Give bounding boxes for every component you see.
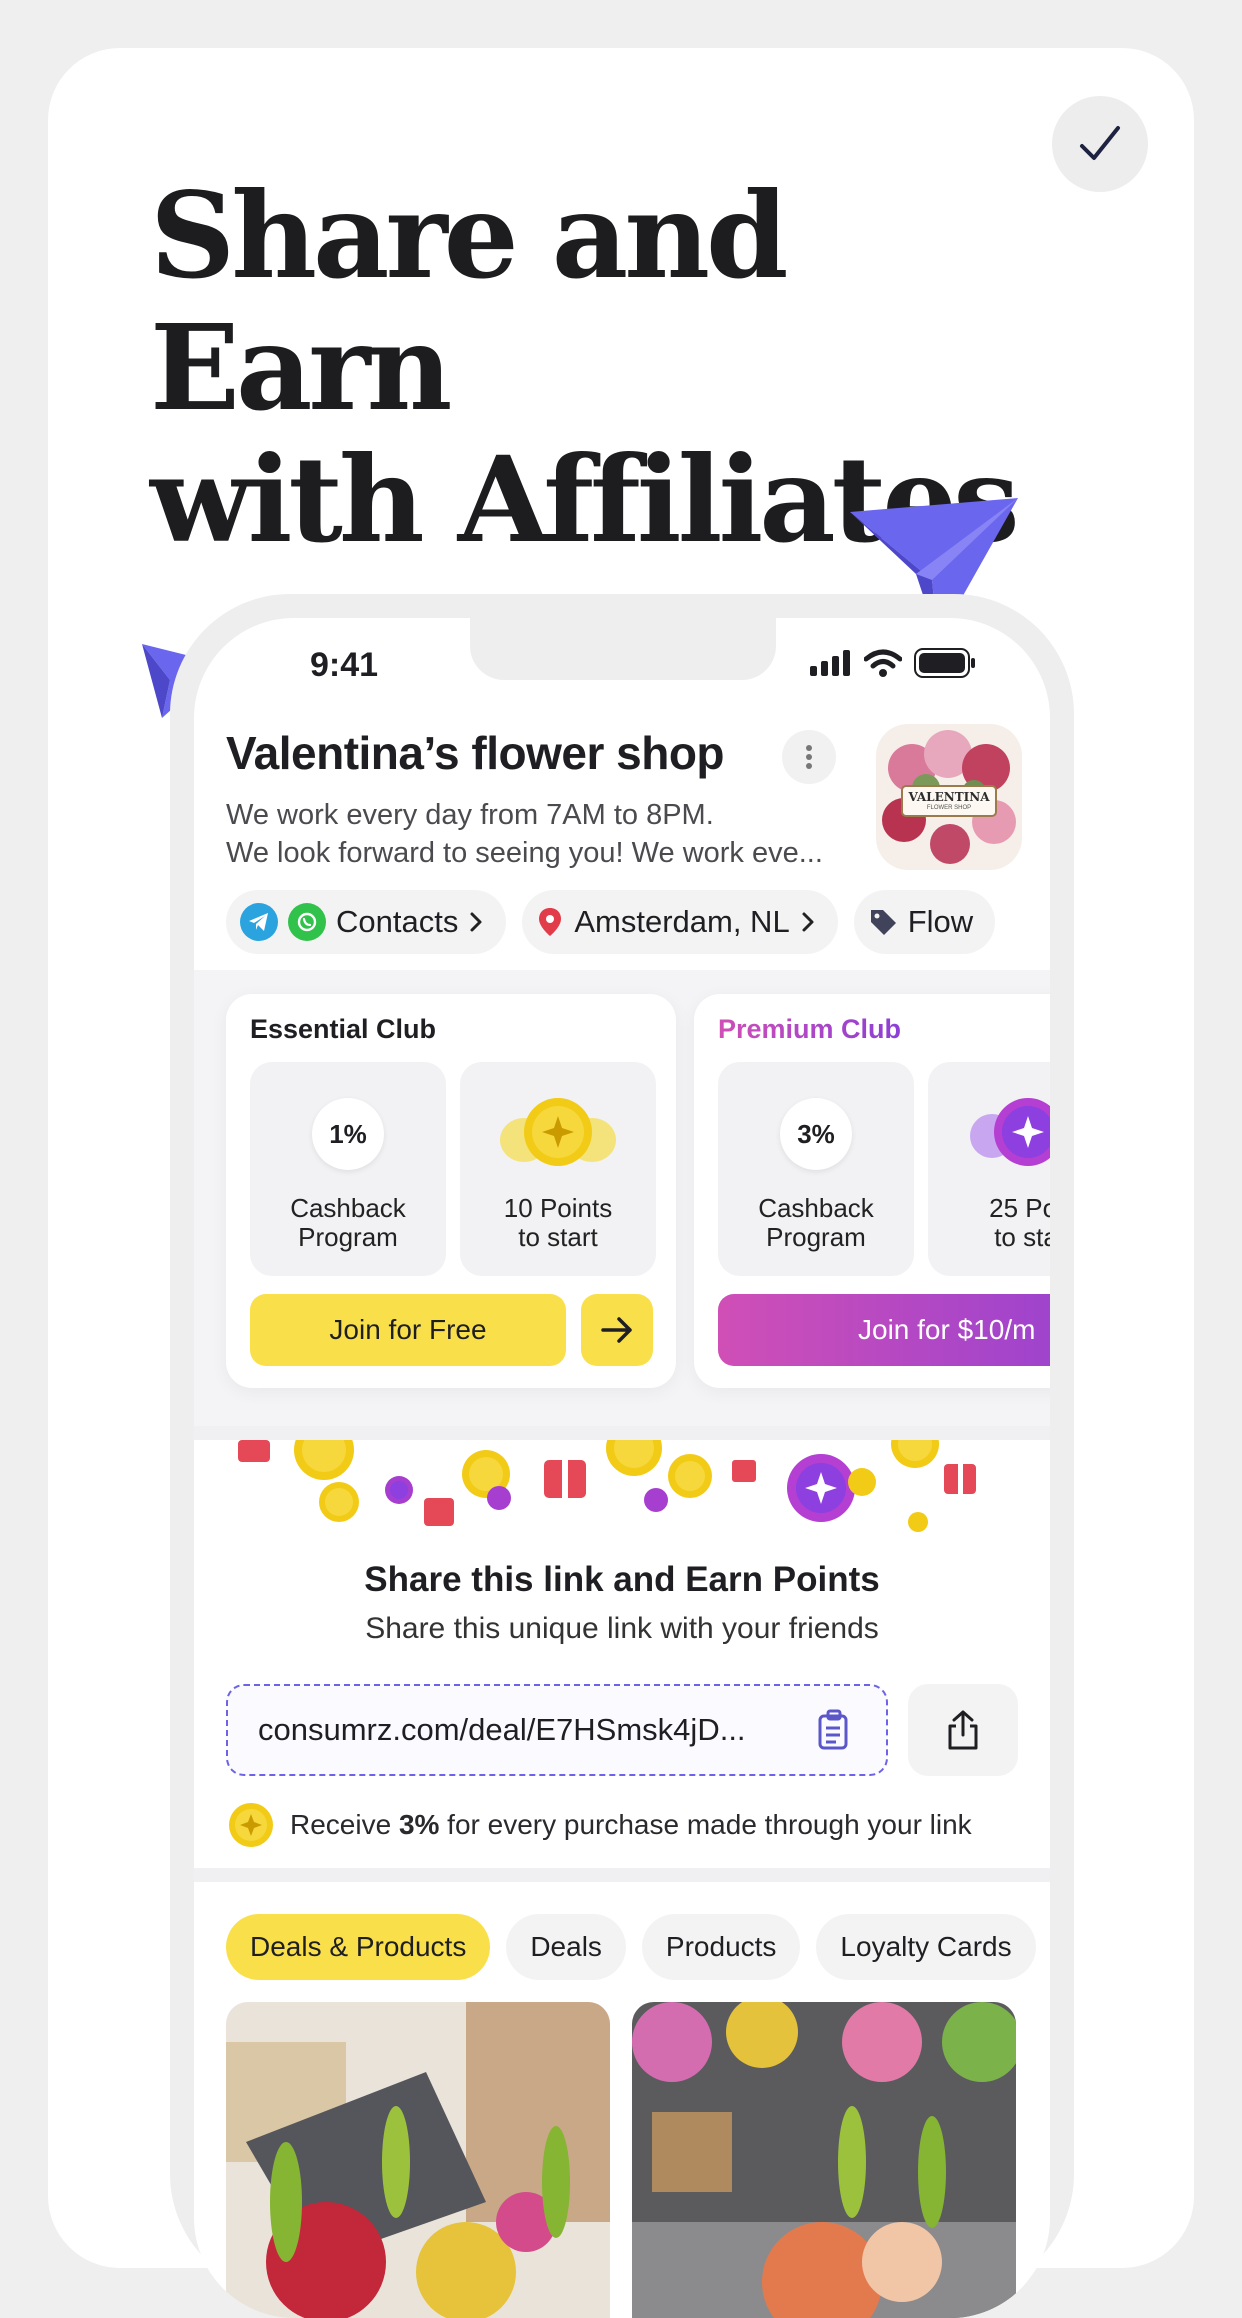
shop-description-line-2: We look forward to seeing you! We work e… bbox=[226, 837, 823, 869]
signal-icon bbox=[810, 650, 850, 676]
section-divider bbox=[194, 1868, 1050, 1882]
essential-cashback-feature: 1% Cashback Program bbox=[250, 1062, 446, 1276]
product-card-1[interactable] bbox=[226, 2002, 610, 2318]
content-tabs: Deals & Products Deals Products Loyalty … bbox=[226, 1914, 1036, 1980]
premium-club-card[interactable]: Premium Club 3% Cashback Program 25 Poi … bbox=[694, 994, 1050, 1388]
phone-notch bbox=[470, 618, 776, 680]
tab-deals[interactable]: Deals bbox=[506, 1914, 626, 1980]
points-label-line-2: to start bbox=[518, 1222, 598, 1252]
chevron-right-icon bbox=[470, 912, 482, 932]
essential-points-feature: 10 Points to start bbox=[460, 1062, 656, 1276]
cashback-badge: 1% bbox=[312, 1098, 384, 1170]
receive-prefix: Receive bbox=[290, 1809, 399, 1840]
tab-loyalty-cards[interactable]: Loyalty Cards bbox=[816, 1914, 1036, 1980]
title-line-1: Share and Earn bbox=[150, 166, 789, 437]
shop-name: Valentina’s flower shop bbox=[226, 727, 725, 779]
join-premium-button[interactable]: Join for $10/m bbox=[718, 1294, 1050, 1366]
points-label-line-2: to sta bbox=[994, 1222, 1050, 1252]
cashback-label: Cashback Program bbox=[250, 1194, 446, 1252]
phone-screen: 9:41 Valentina’s flower shop We work eve… bbox=[194, 618, 1050, 2318]
category-chip-label: Flow bbox=[907, 904, 974, 939]
status-icons bbox=[810, 648, 976, 678]
cashback-label-line-2: Program bbox=[298, 1222, 398, 1252]
points-label: 10 Points to start bbox=[460, 1194, 656, 1252]
logo-text: VALENTINA bbox=[908, 790, 990, 804]
done-button[interactable] bbox=[1052, 96, 1148, 192]
share-icon bbox=[948, 1710, 978, 1750]
join-for-free-button[interactable]: Join for Free bbox=[250, 1294, 566, 1366]
shop-description-line-1: We work every day from 7AM to 8PM. bbox=[226, 799, 714, 831]
cashback-badge: 3% bbox=[780, 1098, 852, 1170]
location-chip-label: Amsterdam, NL bbox=[574, 904, 790, 939]
tab-deals-and-products[interactable]: Deals & Products bbox=[226, 1914, 491, 1980]
contacts-chip[interactable]: Contacts bbox=[226, 890, 507, 954]
cashback-label-line-1: Cashback bbox=[290, 1193, 406, 1223]
referral-link-text: consumrz.com/deal/E7HSmsk4jD... bbox=[258, 1712, 746, 1747]
section-divider bbox=[194, 1426, 1050, 1440]
premium-club-title: Premium Club bbox=[718, 1014, 902, 1044]
contacts-chip-label: Contacts bbox=[336, 904, 459, 939]
cashback-label: Cashback Program bbox=[718, 1194, 914, 1252]
cashback-label-line-1: Cashback bbox=[758, 1193, 874, 1223]
share-subtitle: Share this unique link with your friends bbox=[365, 1612, 879, 1645]
essential-arrow-button[interactable] bbox=[581, 1294, 653, 1366]
receive-text: Receive 3% for every purchase made throu… bbox=[290, 1809, 972, 1841]
telegram-icon bbox=[240, 903, 278, 941]
chevron-right-icon bbox=[802, 912, 814, 932]
shop-description: We work every day from 7AM to 8PM. We lo… bbox=[226, 796, 866, 872]
share-button[interactable] bbox=[908, 1684, 1018, 1776]
points-label-line-1: 25 Poi bbox=[989, 1193, 1050, 1223]
essential-club-title: Essential Club bbox=[250, 1014, 437, 1044]
gold-coins-icon bbox=[500, 1098, 616, 1166]
checkmark-icon bbox=[1080, 126, 1120, 160]
bouquet-photo-2 bbox=[632, 2002, 1016, 2318]
premium-points-feature: 25 Poi to sta bbox=[928, 1062, 1050, 1276]
gold-coin-icon bbox=[229, 1803, 273, 1847]
more-options-button[interactable] bbox=[782, 730, 836, 784]
points-label-line-1: 10 Points bbox=[503, 1193, 613, 1223]
tab-products[interactable]: Products bbox=[641, 1914, 801, 1980]
referral-link-field[interactable]: consumrz.com/deal/E7HSmsk4jD... bbox=[226, 1684, 888, 1776]
premium-cashback-feature: 3% Cashback Program bbox=[718, 1062, 914, 1276]
logo-subtext: FLOWER SHOP bbox=[926, 805, 972, 811]
bouquet-photo-1 bbox=[226, 2002, 610, 2318]
battery-icon bbox=[914, 648, 975, 678]
info-chips: Contacts Amsterdam, NL Flow bbox=[226, 890, 996, 954]
more-vertical-icon bbox=[806, 745, 812, 769]
coins-confetti-decoration bbox=[238, 1440, 976, 1532]
receive-percent: 3% bbox=[398, 1809, 440, 1840]
copy-clipboard-icon[interactable] bbox=[816, 1708, 856, 1752]
cashback-label-line-2: Program bbox=[766, 1222, 866, 1252]
wifi-icon bbox=[864, 649, 902, 677]
product-card-2[interactable] bbox=[632, 2002, 1016, 2318]
category-chip[interactable]: Flow bbox=[853, 890, 996, 954]
shop-logo[interactable]: VALENTINA FLOWER SHOP bbox=[876, 724, 1022, 870]
whatsapp-icon bbox=[288, 903, 326, 941]
location-pin-icon bbox=[539, 908, 562, 936]
points-label: 25 Poi to sta bbox=[928, 1194, 1050, 1252]
arrow-right-icon bbox=[601, 1317, 632, 1343]
essential-club-card[interactable]: Essential Club 1% Cashback Program 10 Po… bbox=[226, 994, 676, 1388]
receive-note: Receive 3% for every purchase made throu… bbox=[228, 1802, 972, 1848]
status-time: 9:41 bbox=[310, 646, 379, 684]
purple-coins-icon bbox=[970, 1098, 1050, 1166]
tag-icon bbox=[870, 910, 896, 935]
location-chip[interactable]: Amsterdam, NL bbox=[522, 890, 838, 954]
share-title: Share this link and Earn Points bbox=[364, 1560, 880, 1599]
receive-suffix: for every purchase made through your lin… bbox=[439, 1809, 972, 1840]
